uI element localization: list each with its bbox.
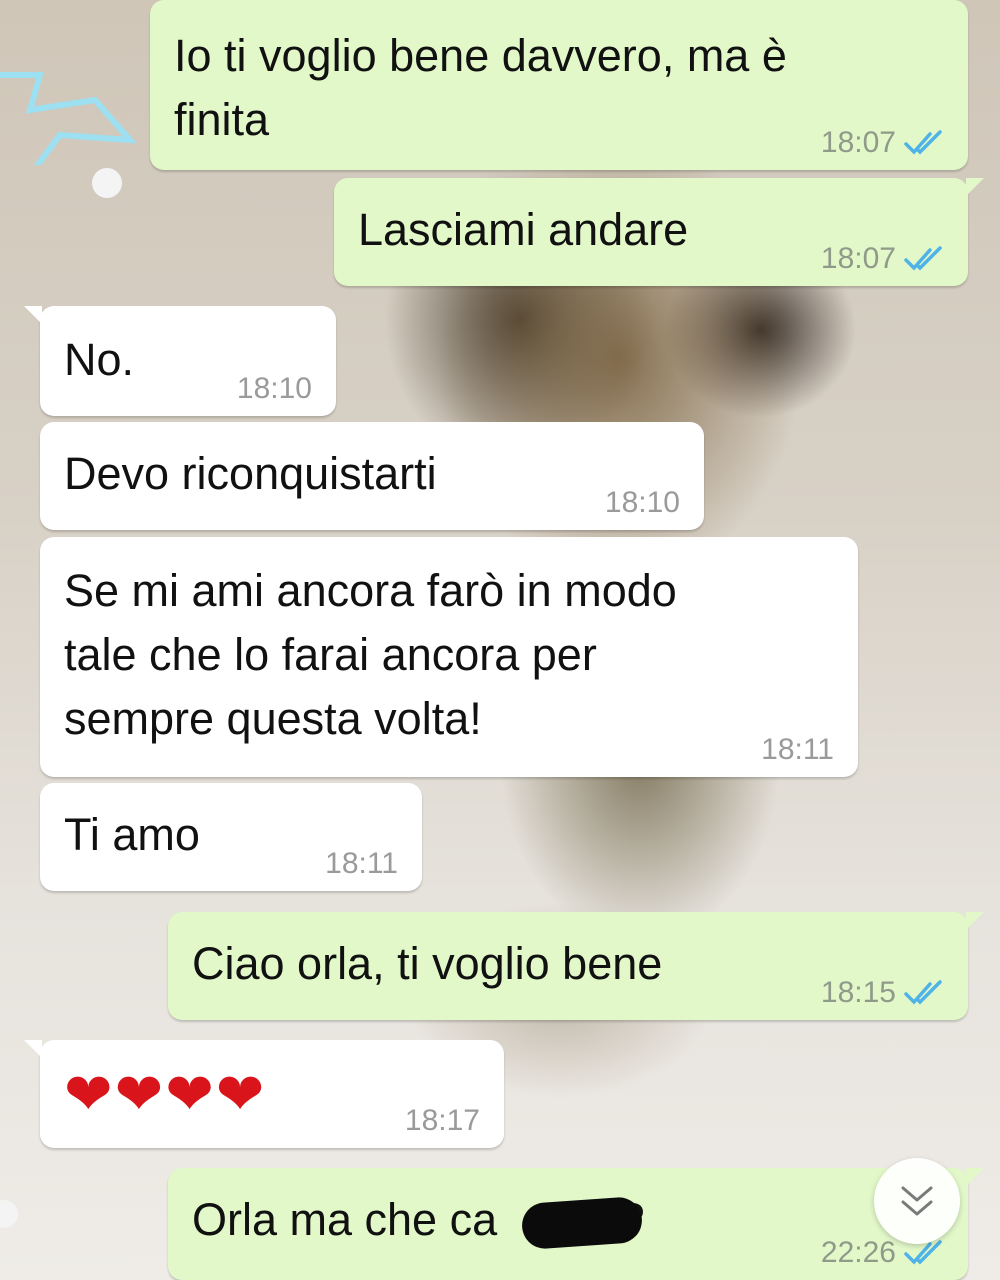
message-bubble-incoming[interactable]: Devo riconquistarti 18:10 xyxy=(40,422,704,530)
redaction-mark xyxy=(520,1195,644,1251)
message-time: 22:26 xyxy=(820,1236,896,1269)
message-time: 18:10 xyxy=(236,372,312,405)
double-check-icon xyxy=(904,130,942,155)
message-time: 18:11 xyxy=(325,847,398,880)
neon-lightning-decoration xyxy=(0,72,138,165)
message-meta: 18:10 xyxy=(237,372,312,406)
message-bubble-incoming[interactable]: No. 18:10 xyxy=(24,306,336,416)
message-bubble-outgoing[interactable]: Ciao orla, ti voglio bene 18:15 xyxy=(168,912,984,1020)
message-meta: 18:15 xyxy=(821,976,944,1010)
message-text: Devo riconquistarti xyxy=(64,448,437,499)
double-check-icon xyxy=(904,246,942,271)
message-text: Se mi ami ancora farò in modo tale che l… xyxy=(64,565,677,744)
message-time: 18:11 xyxy=(761,733,834,766)
message-time: 18:07 xyxy=(820,126,896,159)
message-bubble-incoming[interactable]: Se mi ami ancora farò in modo tale che l… xyxy=(40,537,858,777)
scroll-to-bottom-button[interactable] xyxy=(874,1158,960,1244)
message-meta: 18:17 xyxy=(405,1104,480,1138)
double-check-icon xyxy=(904,1240,942,1265)
message-meta: 18:07 xyxy=(821,242,944,276)
message-bubble-incoming[interactable]: ❤❤❤❤ 18:17 xyxy=(24,1040,504,1148)
message-bubble-incoming[interactable]: Ti amo 18:11 xyxy=(40,783,422,891)
message-time: 18:17 xyxy=(404,1104,480,1137)
message-meta: 18:10 xyxy=(605,486,680,520)
message-time: 18:07 xyxy=(820,242,896,275)
message-time: 18:15 xyxy=(820,976,896,1009)
message-time: 18:10 xyxy=(604,486,680,519)
message-meta: 18:11 xyxy=(325,847,398,881)
wallpaper-dot xyxy=(0,1200,18,1228)
chevron-double-down-icon xyxy=(901,1186,933,1216)
message-bubble-outgoing[interactable]: Io ti voglio bene davvero, ma è finita 1… xyxy=(150,0,968,170)
message-meta: 18:11 xyxy=(761,733,834,767)
double-check-icon xyxy=(904,980,942,1005)
message-bubble-outgoing[interactable]: Lasciami andare 18:07 xyxy=(334,178,984,286)
message-meta: 18:07 xyxy=(821,126,944,160)
wallpaper-dot xyxy=(92,168,122,198)
